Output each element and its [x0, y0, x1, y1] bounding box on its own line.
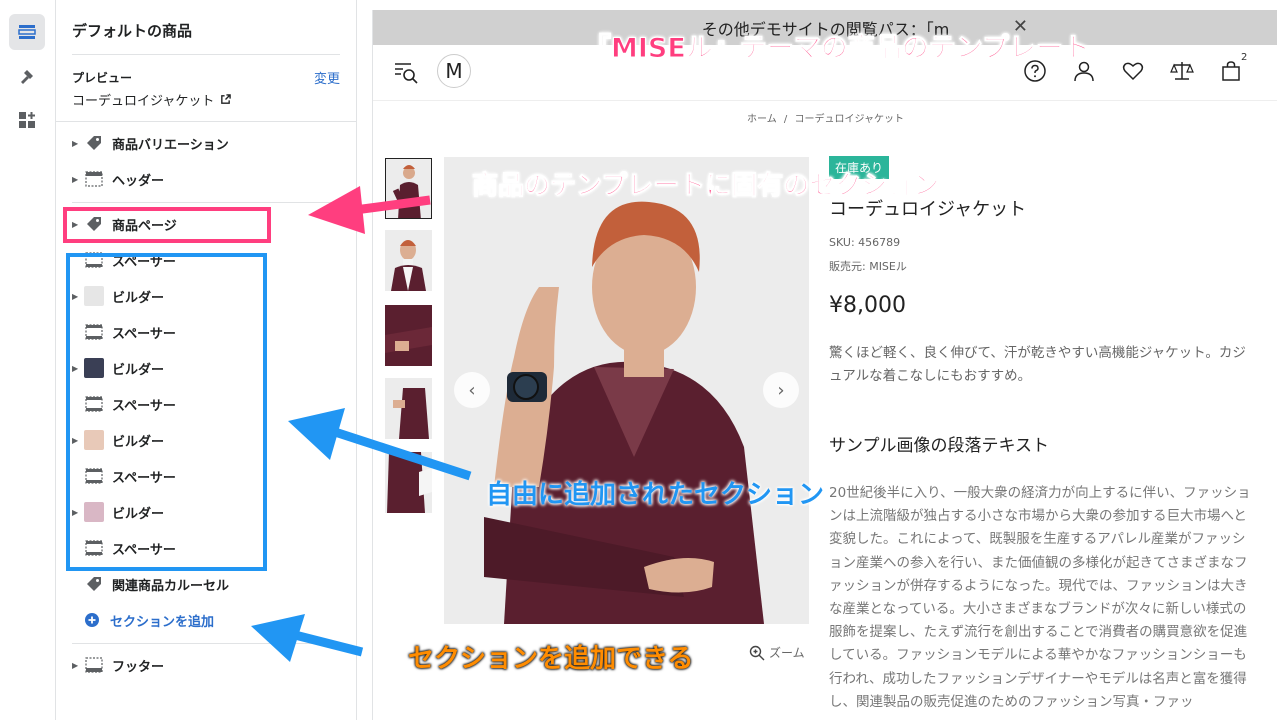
divider — [72, 643, 340, 644]
add-section-label: セクションを追加 — [110, 614, 215, 630]
section-item[interactable]: 関連商品カルーセル — [72, 570, 229, 598]
gallery-thumbnail[interactable] — [385, 378, 432, 439]
next-image-button[interactable]: › — [763, 372, 799, 408]
breadcrumb: ホーム / コーデュロイジャケット — [373, 110, 1277, 125]
plus-circle-icon — [85, 613, 99, 627]
header-layout-icon — [84, 169, 104, 189]
gallery-thumbnail[interactable] — [385, 230, 432, 291]
zoom-icon — [749, 645, 765, 660]
section-item[interactable]: ▶ 商品バリエーション — [72, 129, 229, 157]
breadcrumb-separator: / — [783, 114, 788, 125]
section-label: 関連商品カルーセル — [112, 578, 230, 594]
divider — [56, 121, 356, 122]
footer-layout-icon — [84, 655, 104, 675]
preview-product[interactable]: コーデュロイジャケット — [72, 90, 232, 109]
change-preview-link[interactable]: 変更 — [314, 68, 340, 87]
breadcrumb-home[interactable]: ホーム — [747, 114, 777, 125]
product-paragraph: 20世紀後半に入り、一般大衆の経済力が向上するに伴い、ファッションは上流階級が独… — [829, 485, 1251, 710]
compare-icon[interactable] — [1170, 59, 1194, 83]
product-subheading: サンプル画像の段落テキスト — [829, 436, 1049, 456]
external-link-icon — [221, 94, 232, 104]
heart-icon[interactable] — [1121, 59, 1145, 83]
gallery-thumbnail[interactable] — [385, 452, 432, 513]
product-price: ¥8,000 — [829, 293, 906, 318]
product-description: 驚くほど軽く、良く伸びて、汗が乾きやすい高機能ジャケット。カジュアルな着こなしに… — [829, 345, 1246, 384]
breadcrumb-current: コーデュロイジャケット — [794, 114, 904, 125]
menu-search-icon[interactable] — [393, 59, 419, 85]
store-logo[interactable]: M — [437, 54, 471, 88]
icon-rail — [0, 0, 56, 720]
annotation-add-sections: セクションを追加できる — [408, 644, 694, 674]
zoom-button[interactable]: ズーム — [749, 644, 805, 661]
zoom-label: ズーム — [769, 646, 805, 660]
tag-icon — [84, 133, 104, 153]
product-main-image[interactable] — [444, 157, 809, 624]
product-vendor: 販売元: MISEル — [829, 260, 907, 273]
add-section-button[interactable]: セクションを追加 — [84, 606, 214, 634]
theme-settings-icon[interactable] — [9, 58, 45, 94]
annotation-title: 『MISEル』テーマの商品のテンプレート — [584, 33, 1091, 65]
cart-icon[interactable] — [1219, 59, 1243, 83]
caret-right-icon[interactable]: ▶ — [72, 139, 84, 148]
prev-image-button[interactable]: ‹ — [454, 372, 490, 408]
app-embeds-icon[interactable] — [9, 102, 45, 138]
caret-right-icon[interactable]: ▶ — [72, 661, 84, 670]
section-footer[interactable]: ▶ フッター — [72, 651, 164, 679]
template-section-highlight — [63, 207, 271, 243]
product-sku: SKU: 456789 — [829, 236, 901, 249]
preview-product-name: コーデュロイジャケット — [72, 94, 215, 109]
panel-title: デフォルトの商品 — [72, 22, 193, 40]
gallery-thumbnail[interactable] — [385, 158, 432, 219]
annotation-template-section: 商品のテンプレートに固有のセクション — [471, 171, 940, 202]
section-label: ヘッダー — [112, 173, 165, 189]
free-sections-highlight — [66, 253, 267, 571]
cart-count: 2 — [1241, 52, 1248, 63]
tag-icon — [84, 574, 104, 594]
section-item[interactable]: ▶ ヘッダー — [72, 165, 164, 193]
section-label: フッター — [112, 659, 165, 675]
caret-right-icon[interactable]: ▶ — [72, 175, 84, 184]
divider — [72, 202, 340, 203]
divider — [72, 54, 340, 55]
gallery-thumbnail[interactable] — [385, 305, 432, 366]
annotation-free-sections: 自由に追加されたセクション — [486, 480, 825, 510]
store-preview: その他デモサイトの閲覧パス：「m ✕ M 2 ホーム / コーデュロイジャケット — [372, 10, 1277, 720]
preview-label: プレビュー — [72, 71, 133, 85]
section-label: 商品バリエーション — [112, 137, 229, 153]
sections-icon[interactable] — [9, 14, 45, 50]
